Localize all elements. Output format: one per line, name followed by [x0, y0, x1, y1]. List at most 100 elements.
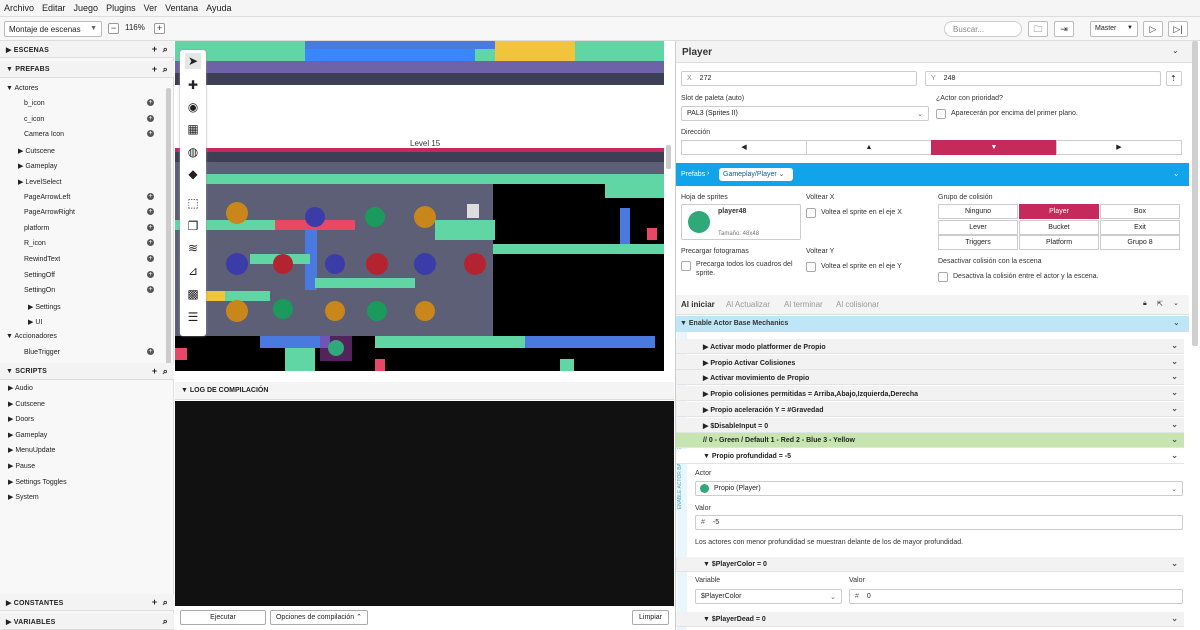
script-folder[interactable]: ▶ Doors [0, 411, 166, 426]
prefab-select[interactable]: Gameplay/Player ⌄ [719, 168, 793, 181]
event-row[interactable]: ▶ Propio aceleración Y = #Gravedad ⌄ [676, 401, 1184, 417]
add-icon[interactable]: + [147, 255, 154, 262]
depth-value-field[interactable]: # -5 [695, 515, 1183, 530]
prefab-item[interactable]: b_icon + [0, 96, 166, 111]
script-folder[interactable]: ▶ Audio [0, 380, 166, 395]
variable-select[interactable]: $PlayerColor ⌄ [695, 589, 842, 604]
chevron-down-icon[interactable]: ⌄ [1171, 559, 1178, 568]
build-log-header[interactable]: ▼ LOG DE COMPILACIÓN [175, 382, 674, 400]
chevron-down-icon[interactable]: ⌄ [1171, 372, 1178, 381]
event-row[interactable]: ▶ $DisableInput = 0 ⌄ [676, 417, 1184, 433]
add-icon[interactable]: + [147, 348, 154, 355]
prefab-item[interactable]: c_icon + [0, 112, 166, 127]
var-value-field[interactable]: #0 [849, 589, 1183, 604]
add-icon[interactable]: + [147, 239, 154, 247]
add-icon[interactable]: + [147, 192, 154, 200]
cursor-icon[interactable]: ➤ [185, 53, 201, 69]
folder-triggers[interactable]: ▼ Accionadores [0, 329, 166, 344]
collision-group-option[interactable]: Grupo 8 [1100, 235, 1180, 250]
chevron-down-icon[interactable]: ⌄ [1172, 46, 1179, 55]
menu-ventana[interactable]: Ventana [165, 3, 198, 13]
collision-group-option[interactable]: Lever [938, 219, 1018, 235]
flipy-checkbox[interactable] [806, 262, 816, 272]
collision-group-option[interactable]: Exit [1100, 219, 1180, 235]
prefabs-crumb[interactable]: Prefabs [681, 171, 705, 178]
list-icon[interactable]: ☰ [185, 309, 201, 325]
build-options-button[interactable]: Opciones de compilación ⌃ [270, 610, 368, 625]
prefab-item[interactable]: RewindText + [0, 252, 166, 267]
tab-0[interactable]: Al iniciar [681, 300, 715, 309]
palette-select[interactable]: PAL3 (Sprites II) ⌄ [681, 106, 929, 121]
event-row[interactable]: ▶ Propio Activar Colisiones ⌄ [676, 354, 1184, 370]
event-row[interactable]: ▶ Activar modo platformer de Propio ⌄ [676, 339, 1184, 354]
menu-editar[interactable]: Editar [42, 3, 66, 13]
y-field[interactable]: Y 248 [925, 71, 1161, 86]
collision-group-option[interactable]: Bucket [1019, 219, 1099, 235]
prefabs-header[interactable]: ▼ PREFABS + ⌕ [0, 61, 174, 78]
clear-button[interactable]: Limpiar [632, 610, 669, 625]
flipx-checkbox[interactable] [806, 208, 816, 218]
export-icon[interactable]: ⇥ [1054, 21, 1074, 37]
prefab-item[interactable]: SettingOff + [0, 268, 166, 283]
add-icon[interactable]: ✚ [185, 77, 201, 93]
add-search-icons[interactable]: + ⌕ [152, 366, 168, 377]
lever-actor[interactable] [467, 204, 479, 218]
prefab-item[interactable]: SettingOn + [0, 283, 166, 298]
constants-header[interactable]: ▶ CONSTANTES + ⌕ [0, 594, 174, 611]
add-search-icons[interactable]: + ⌕ [152, 597, 168, 608]
play-icon[interactable]: ▷ [1143, 21, 1163, 37]
copy-icon[interactable]: ❐ [185, 218, 201, 234]
menu-archivo[interactable]: Archivo [4, 3, 34, 13]
layers-icon[interactable]: ≋ [185, 240, 201, 256]
prefab-item[interactable]: PageArrowRight + [0, 205, 166, 220]
add-search-icons[interactable]: + ⌕ [152, 64, 168, 75]
chevron-down-icon[interactable]: ⌄ [1173, 299, 1179, 307]
chevron-down-icon[interactable]: ⌄ [1173, 318, 1180, 327]
scripts-header[interactable]: ▼ SCRIPTS + ⌕ [0, 363, 174, 380]
chevron-down-icon[interactable]: ⌄ [1171, 341, 1178, 350]
eye-icon[interactable]: ◉ [185, 99, 201, 115]
inspector-scrollbar[interactable] [1192, 41, 1198, 346]
direction-up[interactable]: ▲ [806, 140, 932, 155]
script-folder[interactable]: ▶ Settings Toggles [0, 474, 166, 489]
actor-select[interactable]: Propio (Player) ⌄ [695, 481, 1183, 496]
add-icon[interactable]: + [147, 130, 154, 138]
prefab-item[interactable]: ▶ Gameplay [0, 158, 166, 173]
player-color-event[interactable]: ▼ $PlayerColor = 0 ⌄ [676, 557, 1184, 572]
add-icon[interactable]: + [147, 223, 154, 231]
add-icon[interactable]: + [147, 208, 154, 216]
chevron-down-icon[interactable]: ⌄ [1171, 451, 1178, 460]
collision-group-option[interactable]: Player [1019, 204, 1099, 219]
search-icon[interactable]: ⌕ [163, 616, 168, 627]
grid-icon[interactable]: ▩ [185, 286, 201, 302]
folder-actors[interactable]: ▼ Actores [0, 81, 166, 96]
chevron-down-icon[interactable]: ⌄ [1171, 404, 1178, 413]
popout-icon[interactable]: ⇱ [1157, 300, 1163, 308]
actor-name[interactable]: Player [682, 47, 712, 58]
script-folder[interactable]: ▶ Gameplay [0, 427, 166, 442]
prefab-item[interactable]: platform + [0, 221, 166, 236]
add-icon[interactable]: + [147, 270, 154, 278]
prefab-item[interactable]: ▶ LevelSelect [0, 174, 166, 189]
eraser-icon[interactable]: ◆ [185, 166, 201, 182]
chevron-down-icon[interactable]: ⌄ [1173, 169, 1180, 178]
menu-juego[interactable]: Juego [74, 3, 99, 13]
priority-checkbox[interactable] [936, 109, 946, 119]
prefab-item[interactable]: R_icon + [0, 236, 166, 251]
direction-right[interactable]: ▶ [1056, 140, 1182, 155]
event-row[interactable]: ▶ Activar movimiento de Propio ⌄ [676, 370, 1184, 386]
tab-1[interactable]: Al Actualizar [726, 300, 770, 309]
add-icon[interactable]: + [147, 286, 154, 294]
collision-group-option[interactable]: Platform [1019, 235, 1099, 250]
menu-plugins[interactable]: Plugins [106, 3, 136, 13]
preload-checkbox[interactable] [681, 261, 691, 271]
menu-ver[interactable]: Ver [144, 3, 158, 13]
collision-group-option[interactable]: Ninguno [938, 204, 1018, 219]
sidebar-scrollbar[interactable] [166, 88, 171, 368]
prefab-item[interactable]: Camera Icon + [0, 127, 166, 142]
run-button[interactable]: Ejecutar [180, 610, 266, 625]
pin-icon[interactable]: ⇡ [1166, 71, 1182, 86]
add-icon[interactable]: + [147, 99, 154, 106]
tab-2[interactable]: Al terminar [784, 300, 823, 309]
select-icon[interactable]: ⬚ [185, 195, 201, 211]
